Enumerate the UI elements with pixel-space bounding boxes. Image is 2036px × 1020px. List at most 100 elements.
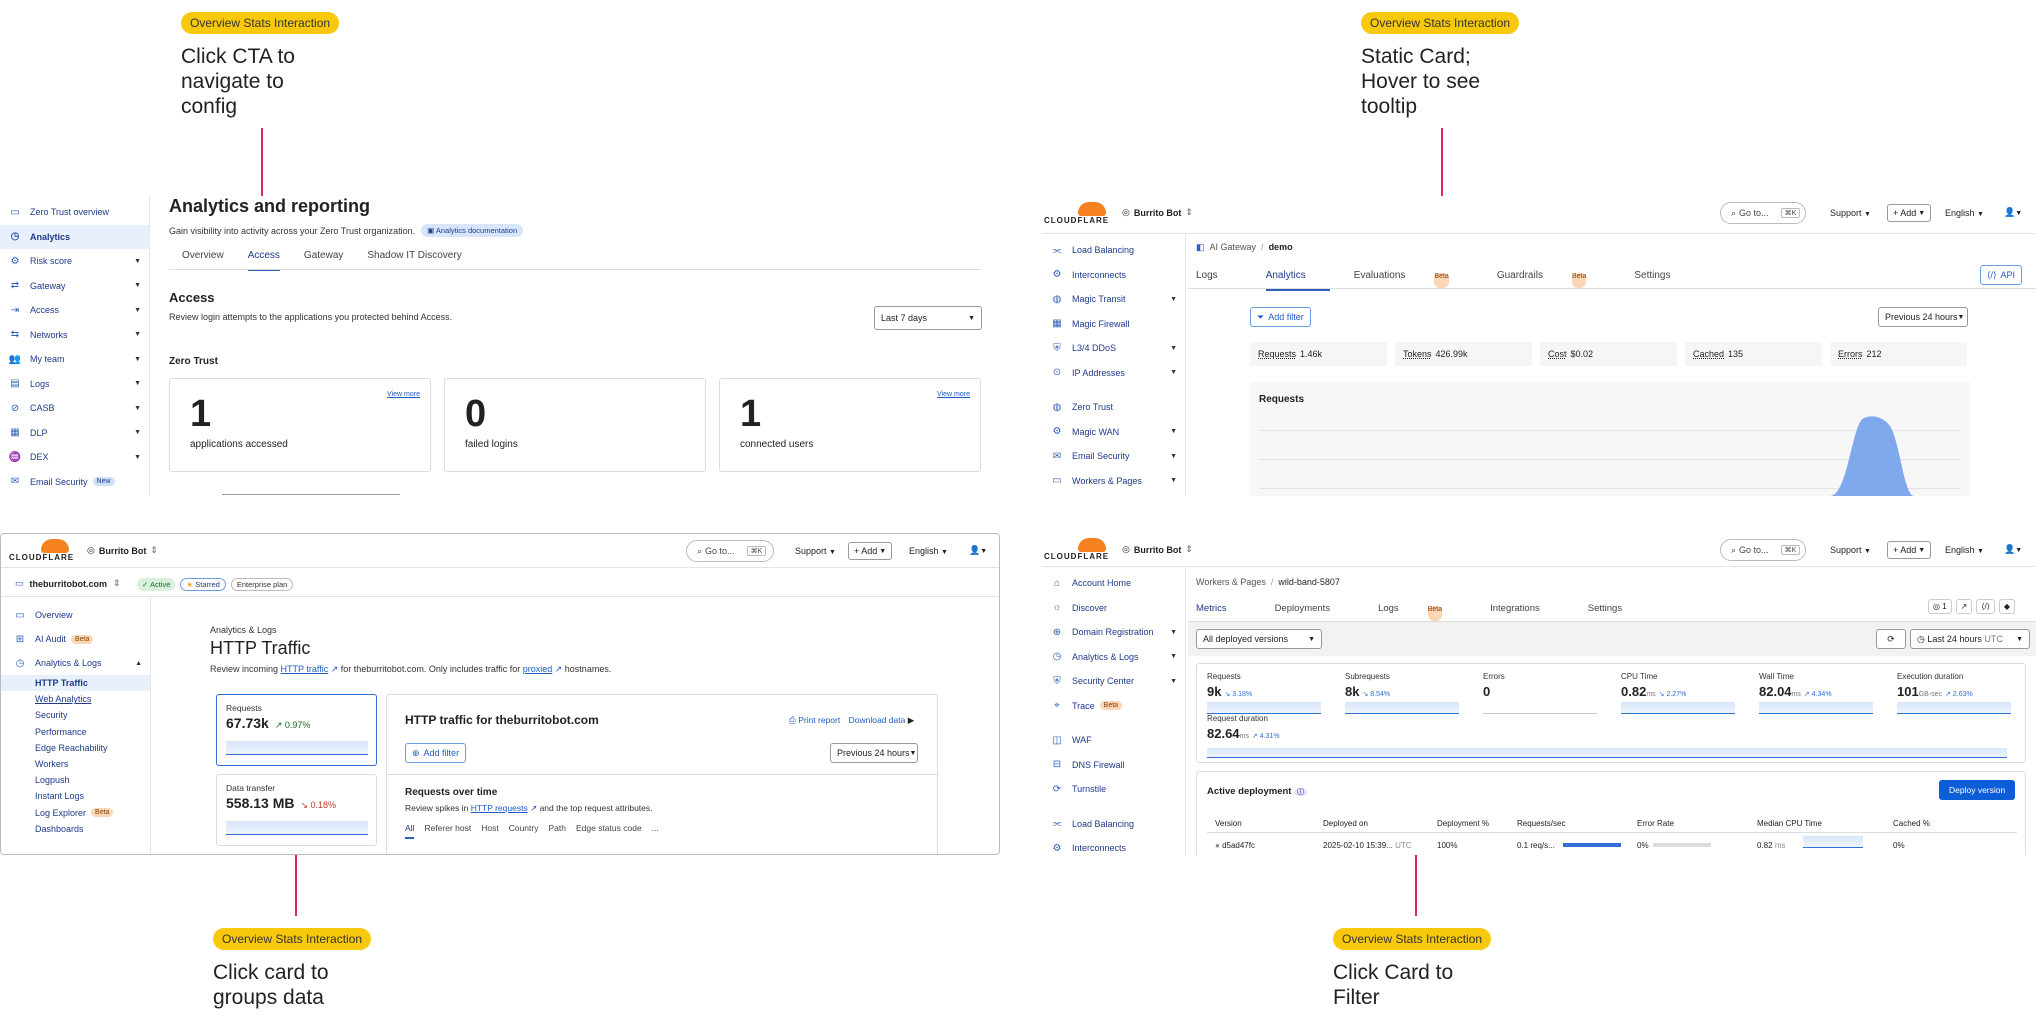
- code-icon[interactable]: ⟨/⟩: [1976, 599, 1995, 614]
- sidebar-item-performance[interactable]: Performance: [1, 724, 150, 740]
- stat-label[interactable]: Cost: [1548, 349, 1567, 359]
- stat-label[interactable]: Tokens: [1403, 349, 1432, 359]
- column-header-deployed-on[interactable]: Deployed on: [1323, 819, 1368, 828]
- versions-select[interactable]: All deployed versions ▼: [1196, 629, 1322, 649]
- sidebar-item-ai-audit[interactable]: ⊞ AI Audit Beta: [1, 627, 150, 651]
- refresh-button[interactable]: ⟳: [1876, 629, 1906, 649]
- stat-label[interactable]: Cached: [1693, 349, 1724, 359]
- instances-button[interactable]: ◎ 1: [1928, 599, 1952, 614]
- column-header-median-cpu-time[interactable]: Median CPU Time: [1757, 819, 1822, 828]
- add-filter-button[interactable]: ⊕ Add filter: [405, 743, 467, 763]
- sidebar-item-logpush[interactable]: Logpush: [1, 772, 150, 788]
- sidebar-item-ip-addresses[interactable]: ⊙ IP Addresses ▼: [1042, 361, 1185, 386]
- stat-card-data-transfer[interactable]: Data transfer 558.13 MB ↘ 0.18%: [216, 774, 377, 846]
- attribute-tab-host[interactable]: Host: [481, 823, 498, 839]
- tab-overview[interactable]: Overview: [182, 250, 224, 271]
- sidebar-item-instant-logs[interactable]: Instant Logs: [1, 788, 150, 804]
- sidebar-item-interconnects[interactable]: ⚙ Interconnects: [1042, 836, 1185, 855]
- sidebar-item-dlp[interactable]: ▦ DLP ▼: [0, 421, 149, 446]
- starred-badge[interactable]: ★ Starred: [180, 578, 226, 591]
- account-switcher[interactable]: ◎ Burrito Bot ⇕: [1122, 544, 1193, 555]
- sidebar-item-trace[interactable]: ⌖ Trace Beta: [1042, 694, 1185, 719]
- column-header-requests-sec[interactable]: Requests/sec: [1517, 819, 1565, 828]
- column-header-cached[interactable]: Cached %: [1893, 819, 1930, 828]
- git-icon[interactable]: ◆: [1998, 599, 2015, 614]
- metric-requests[interactable]: Requests 9k ↘ 3.18%: [1207, 672, 1337, 714]
- metric-subrequests[interactable]: Subrequests 8k ↘ 8.54%: [1345, 672, 1475, 714]
- metric-wall-time[interactable]: Wall Time 82.04ms ↗ 4.34%: [1759, 672, 1889, 714]
- proxied-link[interactable]: proxied: [523, 664, 553, 674]
- view-more-link[interactable]: View more: [937, 391, 970, 398]
- sidebar-item-workers-pages[interactable]: ▭ Workers & Pages ▼: [1042, 469, 1185, 494]
- attribute-tab-referer-host[interactable]: Referer host: [424, 823, 471, 839]
- analytics-documentation-link[interactable]: ▣ Analytics documentation: [421, 224, 524, 237]
- add-button[interactable]: + Add ▼: [1887, 541, 1932, 559]
- stat-card-requests[interactable]: Requests 67.73k ↗ 0.97%: [216, 694, 377, 766]
- stat-label[interactable]: Errors: [1838, 349, 1863, 359]
- sidebar-item-log-explorer[interactable]: Log Explorer Beta: [1, 805, 150, 821]
- attribute-tab-edge-status-code[interactable]: Edge status code: [576, 823, 642, 839]
- sidebar-item-turnstile[interactable]: ⟳ Turnstile: [1042, 777, 1185, 802]
- print-report-link[interactable]: ⎙ Print report: [789, 715, 840, 725]
- account-switcher[interactable]: ◎ Burrito Bot ⇕: [1122, 207, 1193, 218]
- add-button[interactable]: + Add ▼: [848, 542, 893, 560]
- goto-search[interactable]: ⌕ Go to... ⌘K: [1720, 539, 1806, 561]
- sidebar-item-logs[interactable]: ▤ Logs ▼: [0, 372, 149, 397]
- support-menu[interactable]: Support ▼: [1830, 545, 1871, 555]
- language-menu[interactable]: English ▼: [1945, 208, 1984, 218]
- sidebar-item-waf[interactable]: ◫ WAF: [1042, 728, 1185, 753]
- sidebar-item-casb[interactable]: ⊘ CASB ▼: [0, 396, 149, 421]
- add-filter-button[interactable]: ⏷ Add filter: [1250, 307, 1311, 327]
- view-more-link[interactable]: View more: [387, 391, 420, 398]
- sidebar-item-dns-firewall[interactable]: ⊟ DNS Firewall: [1042, 753, 1185, 778]
- sidebar-item-analytics[interactable]: ◷ Analytics: [0, 224, 149, 249]
- sidebar-item-discover[interactable]: ☼ Discover: [1042, 596, 1185, 621]
- sidebar-item-overview[interactable]: ▭ Overview: [1, 603, 150, 627]
- support-menu[interactable]: Support ▼: [795, 546, 836, 556]
- sidebar-item-domain-registration[interactable]: ⊕ Domain Registration ▼: [1042, 620, 1185, 645]
- breadcrumb-parent[interactable]: AI Gateway: [1210, 242, 1257, 253]
- table-row[interactable]: ● d5ad47fc 2025-02-10 15:39... UTC 100% …: [1197, 836, 2027, 852]
- download-data-link[interactable]: Download data ▶: [849, 715, 915, 725]
- version-cell[interactable]: ● d5ad47fc: [1215, 841, 1255, 850]
- stat-label[interactable]: Requests: [1258, 349, 1296, 359]
- sidebar-item-security-center[interactable]: ⛨ Security Center ▼: [1042, 669, 1185, 694]
- sidebar-item-magic-wan[interactable]: ⚙ Magic WAN ▼: [1042, 420, 1185, 445]
- deploy-version-button[interactable]: Deploy version: [1939, 780, 2016, 800]
- column-header-deployment[interactable]: Deployment %: [1437, 819, 1489, 828]
- time-range-select[interactable]: Previous 24 hours ▼: [1878, 307, 1968, 327]
- sidebar-item-security[interactable]: Security: [1, 707, 150, 723]
- tab-gateway[interactable]: Gateway: [304, 250, 343, 271]
- stat-card-connected-users[interactable]: 1 connected users View more: [719, 378, 981, 472]
- attribute-tab-all[interactable]: All: [405, 823, 415, 839]
- sidebar-item-risk-score[interactable]: ⚙ Risk score ▼: [0, 249, 149, 274]
- user-menu[interactable]: 👤▼: [969, 545, 987, 556]
- sidebar-item-workers[interactable]: Workers: [1, 756, 150, 772]
- goto-search[interactable]: ⌕ Go to... ⌘K: [1720, 202, 1806, 224]
- sidebar-item-l3-4-ddos[interactable]: ⛨ L3/4 DDoS ▼: [1042, 336, 1185, 361]
- support-menu[interactable]: Support ▼: [1830, 208, 1871, 218]
- account-switcher[interactable]: ◎ Burrito Bot ⇕: [87, 545, 158, 556]
- sidebar-item-dashboards[interactable]: Dashboards: [1, 821, 150, 837]
- sidebar-item-my-team[interactable]: 👥 My team ▼: [0, 347, 149, 372]
- tab-access[interactable]: Access: [247, 250, 280, 271]
- open-external-icon[interactable]: ↗: [1955, 599, 1973, 614]
- sidebar-item-magic-firewall[interactable]: ▦ Magic Firewall: [1042, 312, 1185, 337]
- sidebar-item-gateway[interactable]: ⇄ Gateway ▼: [0, 274, 149, 299]
- sidebar-item-edge-reachability[interactable]: Edge Reachability: [1, 740, 150, 756]
- goto-search[interactable]: ⌕ Go to... ⌘K: [686, 540, 774, 562]
- attribute-tab-country[interactable]: Country: [509, 823, 539, 839]
- zone-switcher[interactable]: ▭ theburritobot.com ⇕: [15, 578, 121, 589]
- api-button[interactable]: ⟨/⟩ API: [1980, 265, 2023, 285]
- sidebar-item-load-balancing[interactable]: ⫘ Load Balancing: [1042, 238, 1185, 263]
- add-button[interactable]: + Add ▼: [1887, 204, 1932, 222]
- time-range-select[interactable]: Previous 24 hours ▼: [830, 743, 918, 763]
- attribute-tab-more[interactable]: ...: [652, 823, 659, 839]
- http-traffic-link[interactable]: HTTP traffic: [281, 664, 329, 674]
- stat-card-applications-accessed[interactable]: 1 applications accessed View more: [169, 378, 431, 472]
- tab-shadow-it-discovery[interactable]: Shadow IT Discovery: [367, 250, 461, 271]
- sidebar-item-email-security[interactable]: ✉ Email Security ▼: [1042, 444, 1185, 469]
- column-header-error-rate[interactable]: Error Rate: [1637, 819, 1674, 828]
- sidebar-item-dex[interactable]: ♒ DEX ▼: [0, 445, 149, 470]
- sidebar-item-zero-trust[interactable]: ◍ Zero Trust: [1042, 395, 1185, 420]
